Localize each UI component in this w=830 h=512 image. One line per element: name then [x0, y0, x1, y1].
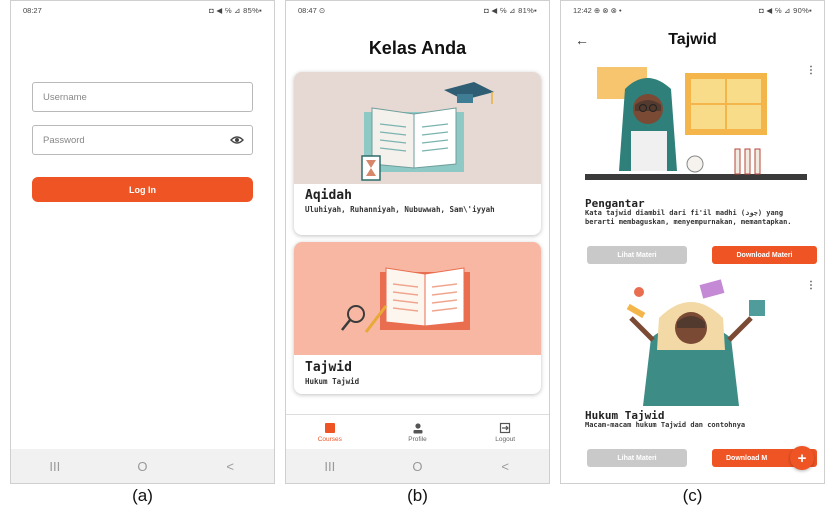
username-field[interactable]	[32, 82, 253, 112]
status-time: 08:27	[23, 6, 42, 15]
home-button[interactable]: O	[127, 459, 157, 474]
teacher-lab-illustration	[585, 67, 807, 180]
recent-apps-button[interactable]: III	[315, 459, 345, 474]
status-icons: ◘ ◀ ℅ ⊿ 90%▪	[759, 6, 812, 15]
system-nav-bar: III O <	[11, 449, 274, 483]
student-juggling-illustration	[626, 279, 765, 406]
open-book-magnifier-illustration	[341, 267, 470, 333]
view-material-button[interactable]: Lihat Materi	[587, 449, 687, 467]
status-bar: 12:42 ⊕ ⊗ ⊗ • ◘ ◀ ℅ ⊿ 90%▪	[561, 1, 824, 19]
course-title: Aqidah	[305, 188, 352, 203]
page-title: Tajwid	[668, 31, 717, 48]
more-options-icon[interactable]: ⋮	[806, 66, 816, 76]
nav-logout[interactable]: Logout	[461, 415, 549, 449]
course-subtitle: Hukum Tajwid	[305, 377, 360, 386]
material-description: Macam-macam hukum Tajwid dan contohnya	[585, 421, 746, 429]
nav-logout-label: Logout	[495, 435, 516, 443]
status-icons: ◘ ◀ ℅ ⊿ 85%▪	[209, 6, 262, 15]
add-fab-button[interactable]: +	[790, 446, 814, 470]
tajwid-detail-screen: 12:42 ⊕ ⊗ ⊗ • ◘ ◀ ℅ ⊿ 90%▪ ← Tajwid ⋮ Pe…	[560, 0, 825, 484]
nav-courses[interactable]: Courses	[286, 415, 374, 449]
status-icons: ◘ ◀ ℅ ⊿ 81%▪	[484, 6, 537, 15]
bottom-nav: Courses Profile Logout	[286, 414, 549, 449]
classes-screen: 08:47 ⊙ ◘ ◀ ℅ ⊿ 81%▪ Kelas Anda Aqidah U…	[285, 0, 550, 484]
course-title: Tajwid	[305, 360, 352, 375]
course-illustration	[294, 72, 541, 184]
nav-courses-label: Courses	[317, 435, 342, 443]
recent-apps-button[interactable]: III	[40, 459, 70, 474]
more-options-icon[interactable]: ⋮	[806, 281, 816, 291]
back-button[interactable]: <	[215, 459, 245, 474]
status-bar: 08:47 ⊙ ◘ ◀ ℅ ⊿ 81%▪	[286, 1, 549, 19]
material-description: Kata tajwid diambil dari fi'il madhi (جو…	[585, 209, 792, 226]
view-material-button[interactable]: Lihat Materi	[587, 246, 687, 264]
home-button[interactable]: O	[402, 459, 432, 474]
download-material-button[interactable]: Download Materi	[712, 246, 817, 264]
course-subtitle: Uluhiyah, Ruhanniyah, Nubuwwah, Sam\'iyy…	[305, 205, 495, 214]
back-button[interactable]: <	[490, 459, 520, 474]
password-input[interactable]	[43, 134, 242, 146]
person-icon	[413, 422, 422, 433]
course-illustration	[294, 242, 541, 355]
login-button[interactable]: Log In	[32, 177, 253, 202]
username-input[interactable]	[43, 91, 242, 103]
app-header: ← Tajwid	[561, 31, 824, 55]
nav-profile[interactable]: Profile	[374, 415, 462, 449]
system-nav-bar: III O <	[286, 449, 549, 483]
status-time: 12:42 ⊕ ⊗ ⊗ •	[573, 6, 622, 15]
logout-icon	[500, 422, 511, 433]
login-screen: 08:27 ◘ ◀ ℅ ⊿ 85%▪ Log In III O <	[10, 0, 275, 484]
nav-profile-label: Profile	[408, 435, 427, 443]
book-icon	[324, 422, 335, 433]
caption-c: (c)	[682, 486, 703, 505]
course-card-tajwid[interactable]: Tajwid Hukum Tajwid	[294, 242, 541, 394]
open-book-graduation-illustration	[361, 82, 494, 181]
eye-icon[interactable]	[230, 134, 244, 146]
caption-b: (b)	[407, 486, 428, 505]
course-card-aqidah[interactable]: Aqidah Uluhiyah, Ruhanniyah, Nubuwwah, S…	[294, 72, 541, 235]
password-field[interactable]	[32, 125, 253, 155]
status-bar: 08:27 ◘ ◀ ℅ ⊿ 85%▪	[11, 1, 274, 19]
caption-a: (a)	[132, 486, 153, 505]
status-time: 08:47 ⊙	[298, 6, 326, 15]
page-title: Kelas Anda	[368, 38, 467, 58]
